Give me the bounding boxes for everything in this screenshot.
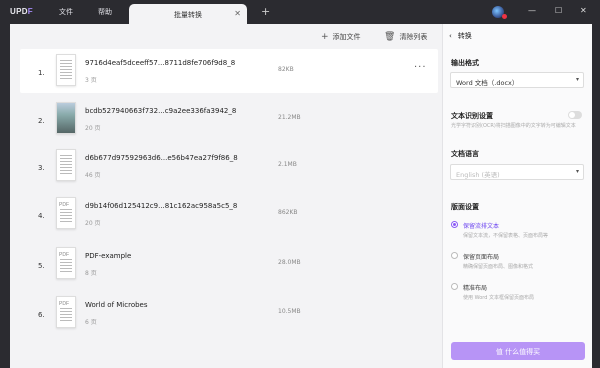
file-pages: 8 页 <box>85 270 97 277</box>
notification-dot <box>502 14 507 19</box>
tab-label: 批量转换 <box>174 11 202 19</box>
new-tab-icon[interactable]: + <box>261 5 270 18</box>
file-pages: 6 页 <box>85 319 97 326</box>
file-name: PDF-example <box>85 252 132 260</box>
minimize-icon[interactable]: — <box>528 6 536 15</box>
doc-language-value: English (英语) <box>456 171 500 179</box>
menu-file[interactable]: 文件 <box>59 7 73 17</box>
tab-batch-convert[interactable]: 批量转换 ✕ <box>129 4 247 24</box>
convert-label: 值 什么值得买 <box>495 348 541 356</box>
file-size: 28.0MB <box>278 259 301 266</box>
option-exact-layout-label[interactable]: 精准布局 <box>463 283 487 292</box>
layout-settings-label: 版面设置 <box>451 203 479 211</box>
ocr-description: 光学字符识别(OCR)将扫描图像中的文字转为可编辑文本 <box>451 123 576 129</box>
panel-header: ‹ 转换 <box>449 31 472 41</box>
clear-list-button[interactable]: 🗑 清除列表 <box>384 32 427 42</box>
file-name: d6b677d97592963d6...e56b47ea27f9f86_8 <box>85 154 238 162</box>
maximize-icon[interactable]: ☐ <box>555 6 562 15</box>
output-format-select[interactable]: Word 文档（.docx） ▾ <box>450 72 584 88</box>
file-list-area: + 添加文件 🗑 清除列表 1. 9716d4eaf5dceeff57...8711… <box>10 24 442 368</box>
file-index: 5. <box>38 262 45 270</box>
file-thumbnail: PDF <box>56 296 76 328</box>
file-row[interactable]: 6. PDF World of Microbes 6 页 10.5MB <box>20 291 438 335</box>
file-name: d9b14f06d125412c9...81c162ac958a5c5_8 <box>85 202 238 210</box>
option-flow-text-label[interactable]: 保留流排文本 <box>463 221 499 230</box>
menu-help[interactable]: 帮助 <box>98 7 112 17</box>
radio-flow-text[interactable] <box>451 221 458 228</box>
convert-panel: ‹ 转换 输出格式 Word 文档（.docx） ▾ 文本识别设置 光学字符识别(… <box>442 24 592 368</box>
file-name: 9716d4eaf5dceeff57...8711d8fe706f9d8_8 <box>85 59 236 67</box>
file-pages: 20 页 <box>85 220 101 227</box>
file-thumbnail <box>56 149 76 181</box>
chevron-down-icon: ▾ <box>575 76 579 83</box>
chevron-down-icon: ▾ <box>575 168 579 175</box>
file-index: 1. <box>38 69 45 77</box>
file-row[interactable]: 5. PDF PDF-example 8 页 28.0MB <box>20 242 438 286</box>
close-window-icon[interactable]: ✕ <box>580 6 587 15</box>
file-pages: 3 页 <box>85 77 97 84</box>
radio-page-layout[interactable] <box>451 252 458 259</box>
ocr-toggle[interactable] <box>568 111 582 119</box>
file-row[interactable]: 4. PDF d9b14f06d125412c9...81c162ac958a5… <box>20 192 438 236</box>
radio-exact-layout[interactable] <box>451 283 458 290</box>
file-size: 862KB <box>278 209 298 216</box>
file-name: World of Microbes <box>85 301 148 309</box>
output-format-label: 输出格式 <box>451 59 479 67</box>
file-row[interactable]: 1. 9716d4eaf5dceeff57...8711d8fe706f9d8_… <box>20 49 438 93</box>
app-logo: UPDF <box>10 7 33 16</box>
option-flow-text-desc: 保留文本流，不保留表格、页面布局等 <box>463 233 549 239</box>
window-edge <box>592 24 600 368</box>
panel-title: 转换 <box>457 32 472 40</box>
ocr-settings-label: 文本识别设置 <box>451 112 493 120</box>
more-options-icon[interactable]: ··· <box>414 62 427 73</box>
back-chevron-icon[interactable]: ‹ <box>449 32 452 40</box>
file-index: 3. <box>38 164 45 172</box>
file-thumbnail <box>56 102 76 134</box>
file-pages: 46 页 <box>85 172 101 179</box>
option-page-layout-label[interactable]: 保留页面布局 <box>463 252 499 261</box>
file-thumbnail: PDF <box>56 247 76 279</box>
add-files-button[interactable]: + 添加文件 <box>321 32 361 42</box>
file-index: 2. <box>38 117 45 125</box>
file-row[interactable]: 3. d6b677d97592963d6...e56b47ea27f9f86_8… <box>20 144 438 188</box>
clear-list-label: 清除列表 <box>399 33 428 41</box>
title-bar: UPDF 文件 帮助 批量转换 ✕ + — ☐ ✕ <box>0 0 600 24</box>
option-page-layout-desc: 精确保留页面布局、图像和格式 <box>463 264 534 270</box>
file-row[interactable]: 2. bcdb527940663f732...c9a2ee336fa3942_8… <box>20 97 438 141</box>
output-format-value: Word 文档（.docx） <box>456 79 519 87</box>
file-thumbnail <box>56 54 76 86</box>
file-index: 6. <box>38 311 45 319</box>
trash-icon: 🗑 <box>384 32 396 42</box>
doc-language-label: 文档语言 <box>451 150 479 158</box>
file-pages: 20 页 <box>85 125 101 132</box>
option-exact-layout-desc: 使用 Word 文本框保留页面布局 <box>463 295 535 301</box>
add-files-label: 添加文件 <box>332 33 361 41</box>
file-size: 10.5MB <box>278 308 301 315</box>
convert-button[interactable]: 值 什么值得买 <box>451 342 585 360</box>
file-size: 82KB <box>278 66 294 73</box>
tab-close-icon[interactable]: ✕ <box>234 9 241 18</box>
file-thumbnail: PDF <box>56 197 76 229</box>
file-size: 21.2MB <box>278 114 301 121</box>
plus-icon: + <box>321 32 329 42</box>
file-name: bcdb527940663f732...c9a2ee336fa3942_8 <box>85 107 237 115</box>
file-index: 4. <box>38 212 45 220</box>
doc-language-select[interactable]: English (英语) ▾ <box>450 164 584 180</box>
file-size: 2.1MB <box>278 161 297 168</box>
